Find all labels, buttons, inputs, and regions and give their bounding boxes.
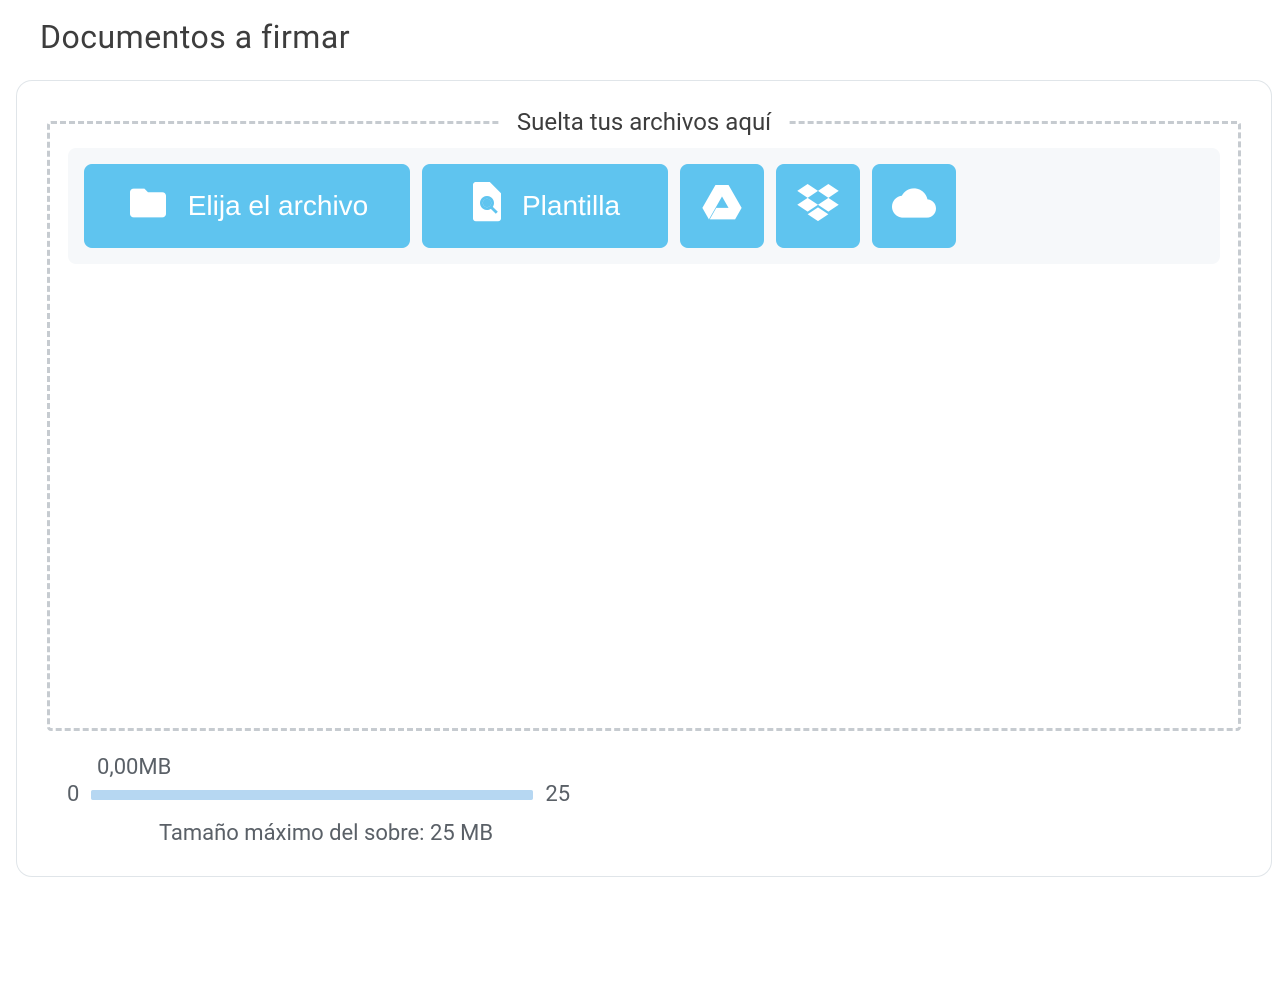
dropzone-label: Suelta tus archivos aquí (499, 108, 789, 136)
size-used-label: 0,00MB (97, 755, 1221, 780)
choose-file-label: Elija el archivo (188, 190, 369, 222)
size-max: 25 (545, 782, 570, 807)
onedrive-button[interactable] (872, 164, 956, 248)
google-drive-button[interactable] (680, 164, 764, 248)
dropbox-icon (797, 184, 839, 229)
dropzone[interactable]: Suelta tus archivos aquí Elija el archiv… (47, 121, 1241, 731)
choose-file-button[interactable]: Elija el archivo (84, 164, 410, 248)
upload-card: Suelta tus archivos aquí Elija el archiv… (16, 80, 1272, 877)
google-drive-icon (702, 185, 742, 228)
template-search-icon (470, 182, 504, 231)
size-section: 0,00MB 0 25 Tamaño máximo del sobre: 25 … (47, 755, 1241, 846)
onedrive-cloud-icon (892, 188, 936, 225)
folder-icon (126, 185, 170, 228)
upload-button-row: Elija el archivo Plantilla (68, 148, 1220, 264)
template-button[interactable]: Plantilla (422, 164, 668, 248)
size-min: 0 (67, 782, 79, 807)
page-title: Documentos a firmar (0, 0, 1288, 80)
size-progress-bar (91, 790, 533, 800)
size-progress-row: 0 25 (67, 782, 1221, 807)
template-label: Plantilla (522, 190, 620, 222)
dropbox-button[interactable] (776, 164, 860, 248)
size-hint: Tamaño máximo del sobre: 25 MB (159, 821, 1221, 846)
